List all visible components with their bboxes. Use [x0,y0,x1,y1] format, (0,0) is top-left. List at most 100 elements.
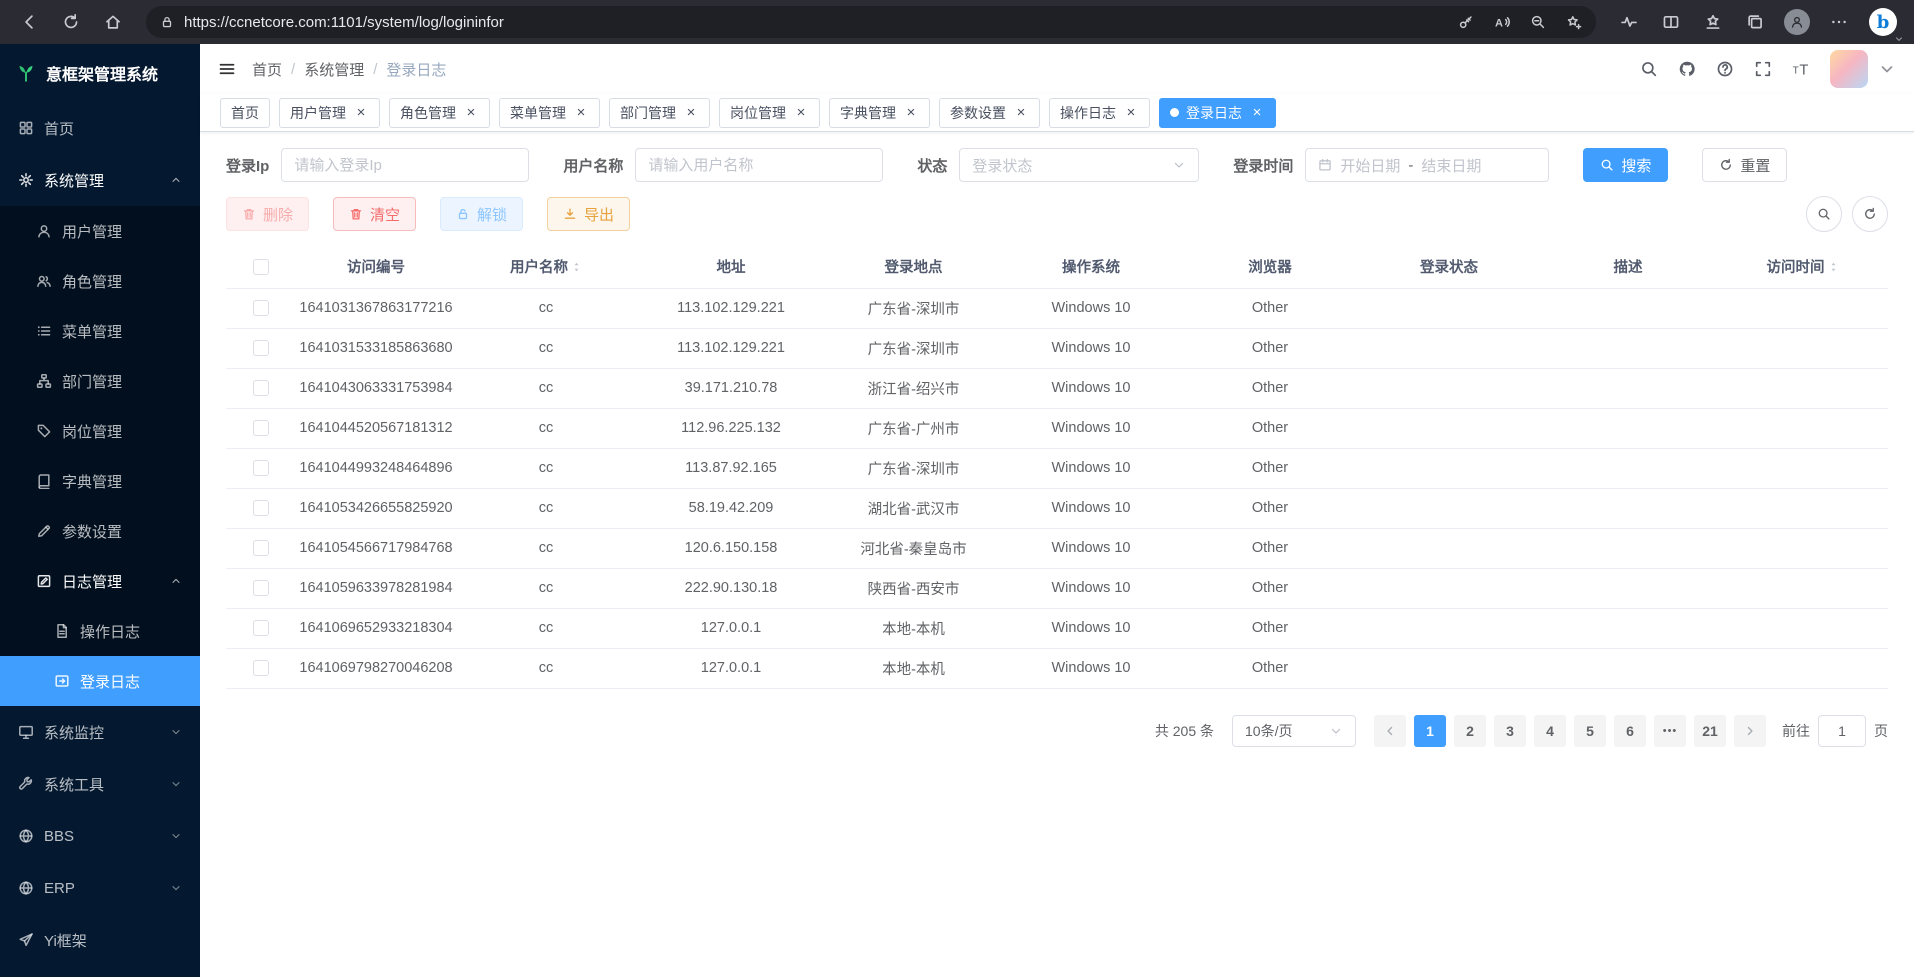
row-checkbox[interactable] [253,460,269,476]
avatar-caret-icon[interactable] [1878,60,1896,78]
page-button-3[interactable]: 3 [1494,715,1526,747]
row-checkbox[interactable] [253,300,269,316]
sidebar-item-menu-mgmt[interactable]: 菜单管理 [0,306,200,356]
sidebar-item-user-mgmt[interactable]: 用户管理 [0,206,200,256]
select-all-checkbox[interactable] [253,259,269,275]
close-icon[interactable]: × [1013,105,1029,121]
collections-icon[interactable] [1736,3,1774,41]
help-icon[interactable] [1716,60,1734,78]
close-icon[interactable]: × [463,105,479,121]
table-row[interactable]: 1641044993248464896 cc 113.87.92.165 广东省… [226,448,1888,488]
tab-post-mgmt[interactable]: 岗位管理× [719,98,820,128]
tab-dept-mgmt[interactable]: 部门管理× [609,98,710,128]
table-row[interactable]: 1641054566717984768 cc 120.6.150.158 河北省… [226,528,1888,568]
sidebar-item-home[interactable]: 首页 [0,102,200,154]
sidebar-item-op-log[interactable]: 操作日志 [0,606,200,656]
table-row[interactable]: 1641069798270046208 cc 127.0.0.1 本地-本机 W… [226,648,1888,688]
search-button[interactable]: 搜索 [1583,148,1668,182]
font-size-icon[interactable] [1792,60,1810,78]
table-row[interactable]: 1641053426655825920 cc 58.19.42.209 湖北省-… [226,488,1888,528]
site-lock-icon[interactable] [160,15,174,29]
login-ip-input[interactable] [281,148,529,182]
tab-user-mgmt[interactable]: 用户管理× [279,98,380,128]
sort-icon[interactable] [571,260,582,274]
sidebar-item-tools[interactable]: 系统工具 [0,758,200,810]
copilot-button[interactable]: b [1862,2,1904,42]
page-button-4[interactable]: 4 [1534,715,1566,747]
page-button-5[interactable]: 5 [1574,715,1606,747]
close-icon[interactable]: × [1249,105,1265,121]
favorites-icon[interactable] [1694,3,1732,41]
sidebar-item-system-mgmt[interactable]: 系统管理 [0,154,200,206]
browser-profile-button[interactable] [1778,3,1816,41]
table-row[interactable]: 1641031533185863680 cc 113.102.129.221 广… [226,328,1888,368]
sidebar-item-dept-mgmt[interactable]: 部门管理 [0,356,200,406]
clear-button[interactable]: 清空 [333,197,416,231]
close-icon[interactable]: × [1123,105,1139,121]
page-button-21[interactable]: 21 [1694,715,1726,747]
tab-home[interactable]: 首页 [220,98,270,128]
browser-essentials-icon[interactable] [1610,3,1648,41]
goto-page-input[interactable] [1818,715,1866,747]
tab-login-log[interactable]: 登录日志× [1159,98,1276,128]
tab-menu-mgmt[interactable]: 菜单管理× [499,98,600,128]
table-row[interactable]: 1641059633978281984 cc 222.90.130.18 陕西省… [226,568,1888,608]
browser-home-button[interactable] [94,3,132,41]
sidebar-item-bbs[interactable]: BBS [0,810,200,862]
row-checkbox[interactable] [253,420,269,436]
address-bar[interactable]: https://ccnetcore.com:1101/system/log/lo… [146,6,1596,38]
browser-back-button[interactable] [10,3,48,41]
tab-param-settings[interactable]: 参数设置× [939,98,1040,128]
reset-button[interactable]: 重置 [1702,148,1787,182]
export-button[interactable]: 导出 [547,197,630,231]
user-name-input[interactable] [635,148,883,182]
close-icon[interactable]: × [793,105,809,121]
sidebar-item-login-log[interactable]: 登录日志 [0,656,200,706]
sidebar-item-erp[interactable]: ERP [0,862,200,914]
add-favorite-icon[interactable] [1566,14,1582,30]
url-text[interactable]: https://ccnetcore.com:1101/system/log/lo… [184,14,504,31]
toggle-search-button[interactable] [1806,196,1842,232]
page-size-select[interactable]: 10条/页 [1232,715,1356,747]
row-checkbox[interactable] [253,340,269,356]
sidebar-toggle-button[interactable] [218,60,236,78]
breadcrumb-system-mgmt[interactable]: 系统管理 [304,59,364,80]
row-checkbox[interactable] [253,500,269,516]
sidebar-item-param-settings[interactable]: 参数设置 [0,506,200,556]
close-icon[interactable]: × [903,105,919,121]
user-avatar[interactable] [1830,50,1868,88]
table-row[interactable]: 1641044520567181312 cc 112.96.225.132 广东… [226,408,1888,448]
close-icon[interactable]: × [683,105,699,121]
row-checkbox[interactable] [253,620,269,636]
app-logo[interactable]: 意框架管理系统 [0,44,200,102]
browser-menu-button[interactable] [1820,3,1858,41]
end-date-placeholder[interactable]: 结束日期 [1421,155,1481,176]
close-icon[interactable]: × [573,105,589,121]
unlock-button[interactable]: 解锁 [440,197,523,231]
page-button-2[interactable]: 2 [1454,715,1486,747]
more-pages-button[interactable]: ••• [1654,715,1686,747]
tab-role-mgmt[interactable]: 角色管理× [389,98,490,128]
sidebar-item-monitor[interactable]: 系统监控 [0,706,200,758]
page-button-1[interactable]: 1 [1414,715,1446,747]
login-time-range-picker[interactable]: 开始日期 - 结束日期 [1305,148,1549,182]
row-checkbox[interactable] [253,380,269,396]
row-checkbox[interactable] [253,580,269,596]
read-aloud-icon[interactable] [1494,14,1510,30]
zoom-out-icon[interactable] [1530,14,1546,30]
search-icon[interactable] [1640,60,1658,78]
refresh-table-button[interactable] [1852,196,1888,232]
fullscreen-icon[interactable] [1754,60,1772,78]
tab-dict-mgmt[interactable]: 字典管理× [829,98,930,128]
next-page-button[interactable] [1734,715,1766,747]
breadcrumb-home[interactable]: 首页 [252,59,282,80]
table-row[interactable]: 1641031367863177216 cc 113.102.129.221 广… [226,288,1888,328]
browser-refresh-button[interactable] [52,3,90,41]
close-icon[interactable]: × [353,105,369,121]
status-select[interactable]: 登录状态 [959,148,1199,182]
tab-op-log[interactable]: 操作日志× [1049,98,1150,128]
split-screen-icon[interactable] [1652,3,1690,41]
start-date-placeholder[interactable]: 开始日期 [1340,155,1400,176]
sidebar-item-yi-framework[interactable]: Yi框架 [0,914,200,966]
table-row[interactable]: 1641069652933218304 cc 127.0.0.1 本地-本机 W… [226,608,1888,648]
